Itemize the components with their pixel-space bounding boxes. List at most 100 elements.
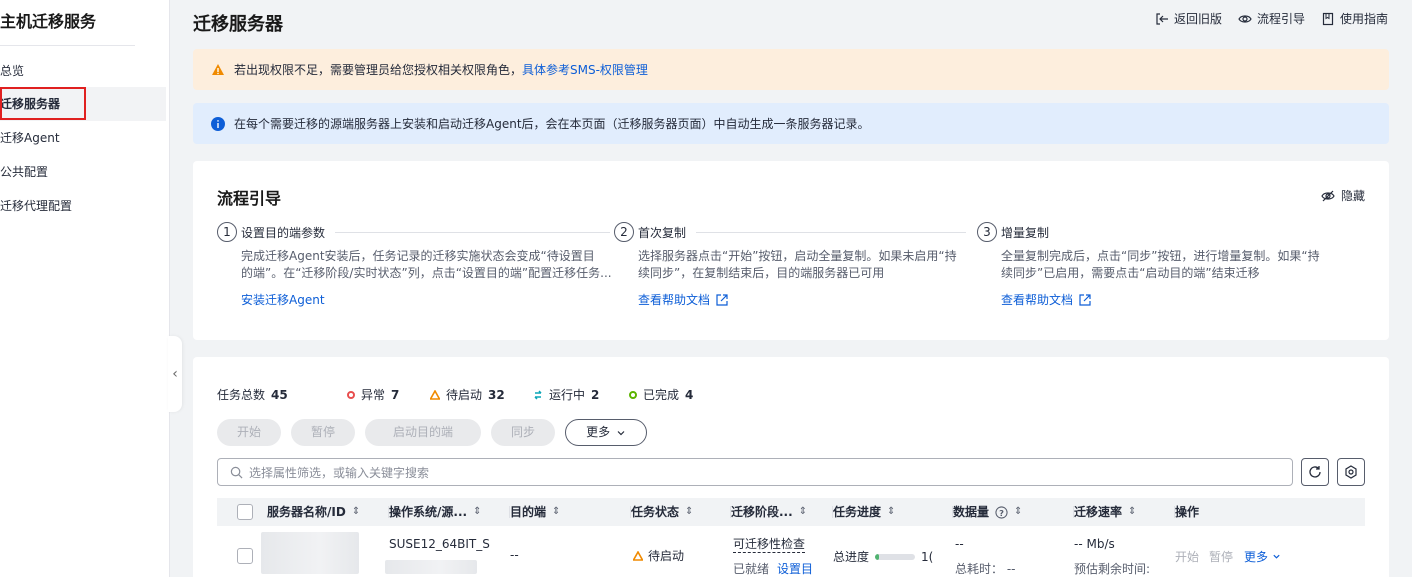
user-guide-link[interactable]: 使用指南 [1321,10,1388,27]
column-separator [388,506,389,518]
target-value: -- [510,548,519,562]
source-ip-redacted [385,560,477,574]
row-checkbox[interactable] [237,548,253,567]
checkbox [237,548,253,564]
pause-button[interactable]: 暂停 [291,419,356,446]
page-title: 迁移服务器 [193,14,283,35]
search-placeholder: 选择属性筛选，或输入关键字搜索 [249,465,430,480]
refresh-icon [1309,466,1321,478]
col-speed[interactable]: 迁移速率 ⇕ [1073,498,1137,526]
col-target[interactable]: 目的端 ⇕ [509,498,560,526]
running-icon [534,389,542,400]
start-button[interactable]: 开始 [217,419,282,446]
task-summary: 任务总数 45 异常 7 待启动 32 运行中 2 已完成 4 [217,386,693,403]
row-start-button[interactable]: 开始 [1175,548,1199,565]
step-description-line: 续同步”已启用，需要点击“启动目的端”结束迁移 [1001,266,1260,280]
book-icon [1322,12,1334,25]
process-guide-card: 流程引导 隐藏 1 设置目的端参数 完成迁移Agent安装后，任务记录的迁移实施… [193,161,1389,340]
column-separator [952,506,953,518]
chevron-down-icon [617,430,625,435]
start-target-button[interactable]: 启动目的端 [365,419,482,446]
more-actions-button[interactable]: 更多 [565,419,648,446]
sync-button[interactable]: 同步 [491,419,556,446]
status-done[interactable]: 已完成 4 [629,386,693,403]
info-alert: 在每个需要迁移的源端服务器上安装和启动迁移Agent后，会在本页面（迁移服务器页… [193,103,1389,144]
server-name-redacted[interactable] [261,532,359,574]
task-total: 任务总数 45 [217,386,347,403]
pending-triangle-icon [633,550,643,561]
select-all-checkbox[interactable] [237,498,253,526]
status-done-count: 4 [685,387,694,402]
col-task-status[interactable]: 任务状态 ⇕ [630,498,693,526]
info-icon [211,116,225,131]
row-pause-button[interactable]: 暂停 [1209,548,1233,565]
back-to-old-version-label: 返回旧版 [1173,12,1222,26]
warning-icon [211,63,225,77]
column-label: 任务进度 [833,505,882,519]
remaining-time: 预估剩余时间: [1074,562,1151,576]
sort-icon: ⇕ [1128,506,1137,517]
done-dot-icon [629,390,637,399]
install-agent-link[interactable]: 安装迁移Agent [241,291,325,308]
col-operations: 操作 [1174,498,1199,526]
col-server-name[interactable]: 服务器名称/ID ⇕ [267,498,360,526]
permission-doc-link[interactable]: 具体参考SMS-权限管理 [522,61,648,78]
sidebar-item-overview[interactable]: 总览 [0,54,166,88]
settings-button[interactable] [1337,458,1365,486]
guide-title: 流程引导 [217,189,282,208]
column-separator [832,506,833,518]
step-description: 全量复制完成后，点击“同步”按钮，进行增量复制。如果“持 续同步”已启用，需要点击… [1001,248,1320,282]
sidebar-item-migration-servers[interactable]: 迁移服务器 [0,87,166,121]
hide-label: 隐藏 [1340,189,1365,203]
back-to-old-version-link[interactable]: 返回旧版 [1155,10,1222,27]
search-input[interactable]: 选择属性筛选，或输入关键字搜索 [217,458,1293,486]
search-icon [230,466,243,478]
status-running-count: 2 [591,387,600,402]
action-buttons: 开始 暂停 启动目的端 同步 更多 [217,419,648,446]
status-error-label: 异常 [361,388,386,402]
eye-icon [1238,14,1252,23]
sidebar-divider [0,45,135,46]
set-target-link[interactable]: 设置目 [777,560,813,577]
column-separator [509,506,510,518]
refresh-button[interactable] [1301,458,1329,486]
col-os[interactable]: 操作系统/源... ⇕ [388,498,482,526]
col-progress[interactable]: 任务进度 ⇕ [832,498,895,526]
col-migration-stage[interactable]: 迁移阶段... ⇕ [730,498,807,526]
step-connector [335,232,610,233]
status-pending-label: 待启动 [446,388,483,402]
status-running[interactable]: 运行中 2 [533,386,629,403]
task-total-label: 任务总数 [217,388,266,402]
help-doc-link-3[interactable]: 查看帮助文档 [1001,291,1092,308]
help-doc-link-2[interactable]: 查看帮助文档 [638,291,729,308]
row-more-button[interactable]: 更多 [1244,548,1281,565]
status-error[interactable]: 异常 7 [347,386,430,403]
hide-guide-button[interactable]: 隐藏 [1321,187,1365,204]
column-separator [1174,506,1175,518]
exit-icon [1156,12,1168,25]
external-link-icon [716,293,728,306]
process-guide-label: 流程引导 [1256,12,1305,26]
help-icon[interactable]: ? [995,505,1008,519]
column-separator [730,506,731,518]
table-row: SUSE12_64BIT_S -- 待启动 可迁移性检查 已就绪 设置目 总进度… [217,526,1365,577]
col-data-amount[interactable]: 数据量 ? ⇕ [952,498,1023,526]
table-header: 服务器名称/ID ⇕ 操作系统/源... ⇕ 目的端 ⇕ 任务状态 ⇕ 迁移阶段... ⇕… [217,498,1365,526]
step-description-line: 全量复制完成后，点击“同步”按钮，进行增量复制。如果“持 [1001,249,1320,263]
step-description: 选择服务器点击“开始”按钮，启动全量复制。如果未启用“持 续同步”，在复制结束后，… [638,248,957,282]
progress-bar [875,553,916,560]
sort-icon: ⇕ [473,506,482,517]
sidebar-item-public-config[interactable]: 公共配置 [0,155,166,189]
stage-state: 已就绪 [733,562,770,576]
stage-name[interactable]: 可迁移性检查 [733,535,806,553]
sort-icon: ⇕ [351,506,361,517]
chevron-down-icon [1273,554,1280,559]
process-guide-link[interactable]: 流程引导 [1238,10,1305,27]
sidebar-collapse-button[interactable]: ‹ [168,336,182,412]
sidebar-item-migration-agent[interactable]: 迁移Agent [0,121,166,155]
status-pending[interactable]: 待启动 32 [430,386,533,403]
highlight-box [0,87,86,120]
sort-icon: ⇕ [1014,506,1023,517]
sidebar-item-proxy-config[interactable]: 迁移代理配置 [0,189,166,223]
svg-text:?: ? [999,507,1004,517]
